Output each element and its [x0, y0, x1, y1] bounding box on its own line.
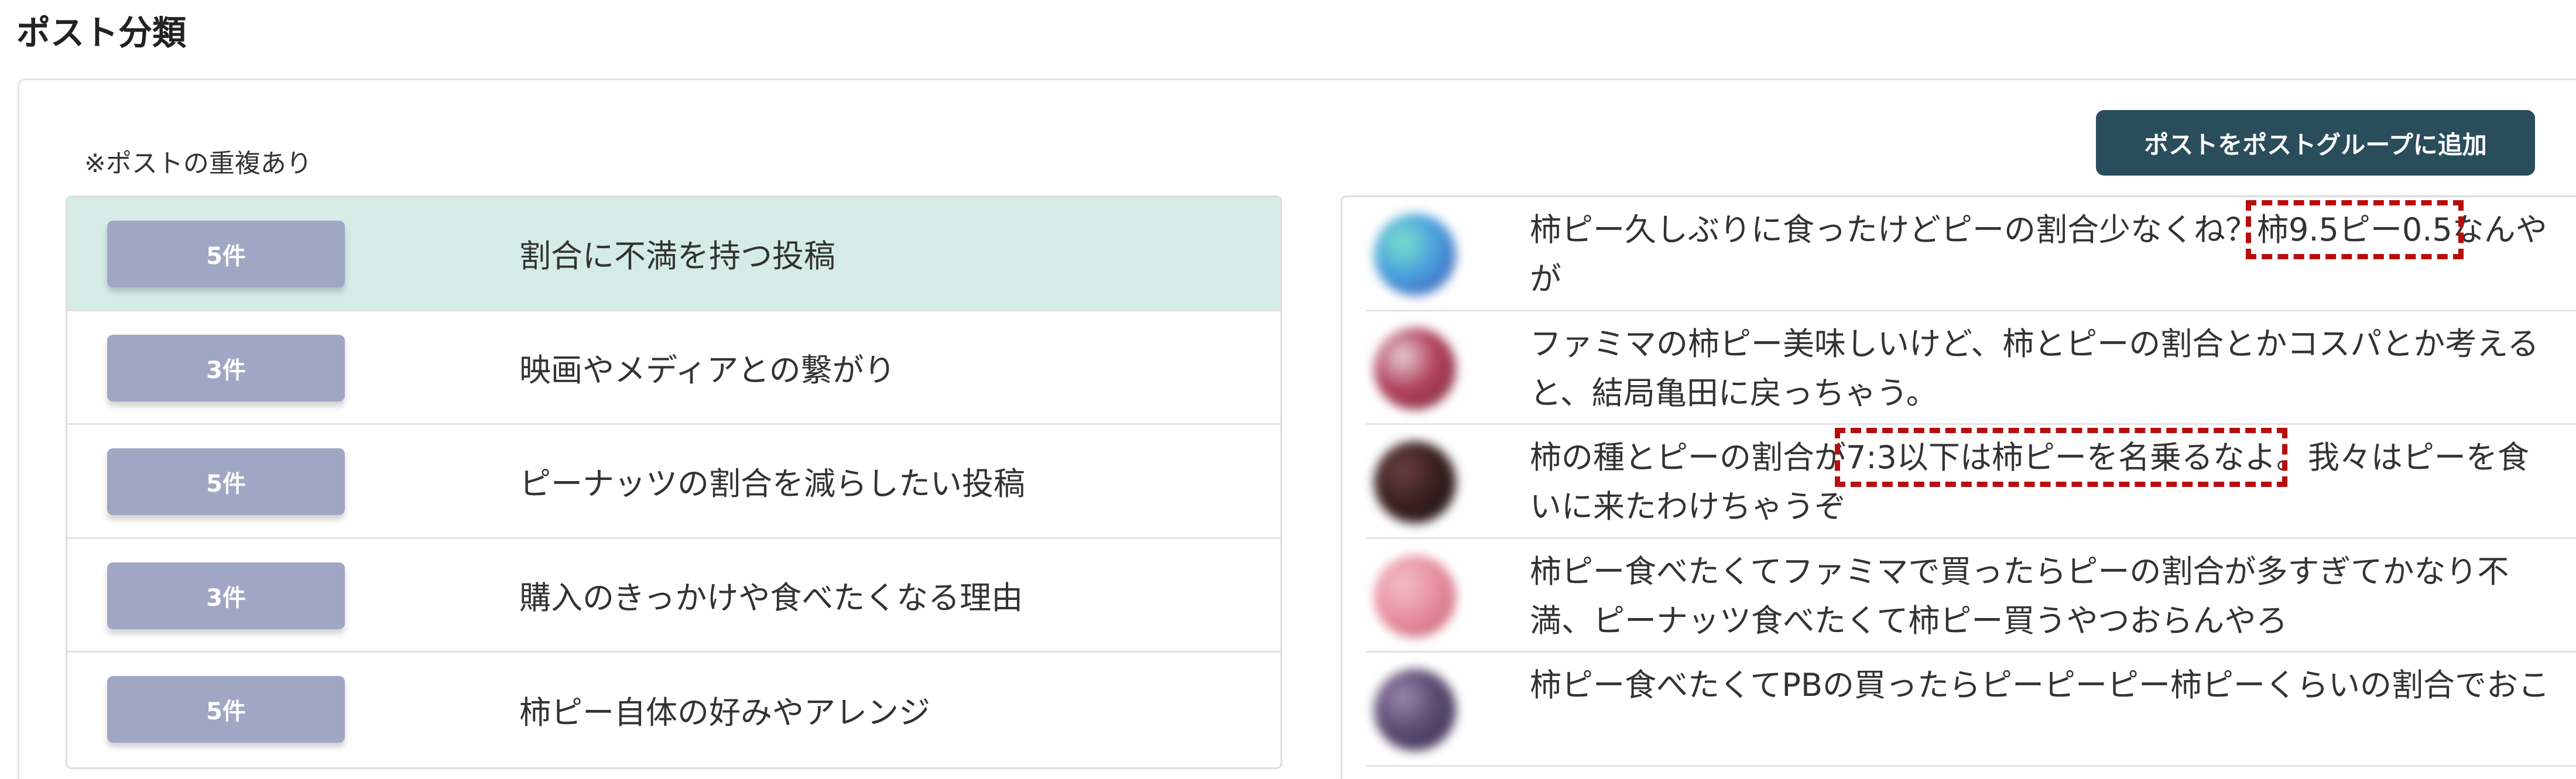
- post-text: 柿ピー久しぶりに食ったけどピーの割合少なくね？柿9.5ピー0.5なんやが: [1530, 200, 2560, 304]
- add-to-post-group-button[interactable]: ポストをポストグループに追加: [2096, 110, 2535, 176]
- category-label: ピーナッツの割合を減らしたい投稿: [519, 465, 1025, 503]
- post-text-before: 柿ピー食べたくてPBの買ったらピーピーピー柿ピーくらいの割合でおこ: [1530, 667, 2550, 703]
- category-row-preferences-arrangements[interactable]: 5件 柿ピー自体の好みやアレンジ: [67, 653, 1280, 767]
- post-text-before: ファミマの柿ピー美味しいけど、柿とピーの割合とかコスパとか考えると、結局亀田に戻…: [1530, 325, 2539, 411]
- post-text: 柿ピー食べたくてPBの買ったらピーピーピー柿ピーくらいの割合でおこ: [1530, 661, 2560, 710]
- blurred-avatar: [1374, 214, 1456, 296]
- count-badge: 5件: [107, 448, 345, 515]
- category-row-media-connection[interactable]: 3件 映画やメディアとの繋がり: [67, 311, 1280, 425]
- post-item: ファミマの柿ピー美味しいけど、柿とピーの割合とかコスパとか考えると、結局亀田に戻…: [1366, 311, 2576, 425]
- post-classification-page: ポスト分類 ※ポストの重複あり ポストをポストグループに追加 5件 割合に不満を…: [0, 0, 2576, 779]
- page-title: ポスト分類: [16, 13, 187, 53]
- post-text: 柿ピー食べたくてファミマで買ったらピーの割合が多すぎてかなり不満、ピーナッツ食べ…: [1530, 547, 2560, 646]
- post-text: 柿の種とピーの割合が7:3以下は柿ピーを名乗るなよ。我々はピーを食いに来たわけち…: [1530, 428, 2560, 531]
- post-highlight: 7:3以下は柿ピーを名乗るなよ: [1835, 428, 2287, 487]
- post-text: ファミマの柿ピー美味しいけど、柿とピーの割合とかコスパとか考えると、結局亀田に戻…: [1530, 320, 2560, 418]
- blurred-avatar: [1374, 669, 1456, 751]
- category-label: 購入のきっかけや食べたくなる理由: [519, 579, 1023, 616]
- blurred-avatar: [1374, 441, 1456, 523]
- count-badge: 5件: [107, 676, 345, 743]
- post-item: 柿ピー久しぶりに食ったけどピーの割合少なくね？柿9.5ピー0.5なんやが: [1366, 197, 2576, 311]
- count-badge: 3件: [107, 334, 345, 401]
- post-list: 柿ピー久しぶりに食ったけどピーの割合少なくね？柿9.5ピー0.5なんやが ファミ…: [1341, 195, 2576, 779]
- count-badge: 3件: [107, 562, 345, 629]
- count-badge: 5件: [107, 221, 345, 287]
- category-row-purchase-reasons[interactable]: 3件 購入のきっかけや食べたくなる理由: [67, 539, 1280, 653]
- category-label: 映画やメディアとの繋がり: [519, 351, 896, 389]
- post-item: 柿ピー食べたくてファミマで買ったらピーの割合が多すぎてかなり不満、ピーナッツ食べ…: [1366, 539, 2576, 653]
- duplicate-note: ※ポストの重複あり: [84, 149, 312, 179]
- post-text-before: 柿ピー食べたくてファミマで買ったらピーの割合が多すぎてかなり不満、ピーナッツ食べ…: [1530, 552, 2509, 639]
- post-text-before: 柿の種とピーの割合が: [1530, 439, 1846, 476]
- blurred-avatar: [1374, 327, 1456, 410]
- post-text-before: 柿ピー久しぶりに食ったけどピーの割合少なくね？: [1530, 211, 2257, 248]
- category-row-reduce-peanuts[interactable]: 5件 ピーナッツの割合を減らしたい投稿: [67, 425, 1280, 539]
- category-label: 割合に不満を持つ投稿: [519, 238, 835, 275]
- post-item: 柿の種とピーの割合が7:3以下は柿ピーを名乗るなよ。我々はピーを食いに来たわけち…: [1366, 425, 2576, 539]
- post-item: 柿ピー食べたくてPBの買ったらピーピーピー柿ピーくらいの割合でおこ: [1366, 653, 2576, 767]
- blurred-avatar: [1374, 555, 1456, 637]
- category-row-dissatisfied-ratio[interactable]: 5件 割合に不満を持つ投稿: [67, 197, 1280, 311]
- category-list: 5件 割合に不満を持つ投稿 3件 映画やメディアとの繋がり 5件 ピーナッツの割…: [66, 195, 1282, 769]
- post-highlight: 柿9.5ピー0.5: [2246, 200, 2464, 259]
- category-label: 柿ピー自体の好みやアレンジ: [519, 694, 930, 731]
